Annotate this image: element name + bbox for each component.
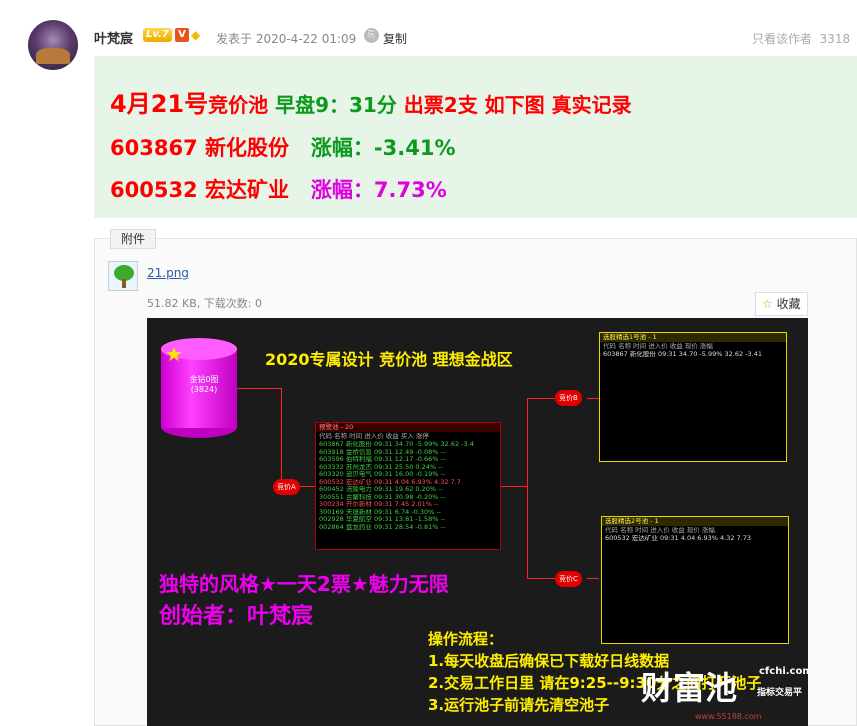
connector-line (501, 486, 527, 487)
main-pool-header: 代码 名称 时间 进入价 收益 买入 涨停 (319, 432, 429, 440)
view-author-link[interactable]: 只看该作者 3318 (752, 30, 850, 47)
pool-c-row: 600532 宏达矿业 09:31 4.04 6.93% 4.32 7.73 (605, 535, 752, 542)
post-timestamp: 发表于 2020-4-22 01:09 (216, 32, 357, 46)
watermark-url: www.55188.com (695, 712, 762, 721)
main-pool-row: 300234 开尔新材 09:31 7.45 2.01% -- (319, 501, 439, 508)
stock-line-1: 603867 新化股份 涨幅：-3.41% (110, 132, 456, 162)
pool-b-header: 代码 名称 时间 进入价 收益 现价 涨幅 (603, 342, 713, 350)
star-icon: ★ (165, 342, 183, 366)
main-pool-title: 预警池 - 20 (316, 423, 500, 432)
attachment-tab: 附件 (110, 229, 157, 249)
main-pool-row: 600532 宏达矿业 09:31 4.04 6.93% 4.32 7.7 (319, 478, 461, 486)
image-file-icon[interactable] (108, 261, 138, 291)
headline-tickets: 出票2支 如下图 真实记录 (403, 93, 632, 117)
main-pool-row: 002928 华夏航空 09:31 13.81 -1.58% -- (319, 516, 446, 523)
main-pool-row: 603320 迪贝电气 09:31 16.00 -0.19% -- (319, 471, 446, 478)
connector-line (527, 398, 528, 578)
connector-line (587, 398, 599, 399)
favorite-label: 收藏 (776, 297, 801, 311)
watermark-logo: 财富池 (641, 669, 738, 707)
diamond-icon: ◆ (191, 28, 201, 42)
slogan-line-2: 创始者：叶梵宸 (159, 604, 314, 629)
author-name[interactable]: 叶梵宸 (94, 28, 133, 47)
main-pool-row: 300551 古鳌科技 09:31 30.98 -0.20% -- (319, 493, 446, 501)
watermark-domain: cfchi.com (759, 666, 808, 677)
pool-b-window: 选股精选1号池 - 1 代码 名称 时间 进入价 收益 现价 涨幅 603867… (599, 332, 787, 462)
pool-b-row: 603867 新化股份 09:31 34.70 -5.99% 32.62 -3.… (603, 351, 762, 358)
avatar[interactable] (28, 20, 78, 70)
pool-b-title: 选股精选1号池 - 1 (600, 333, 786, 342)
main-pool-row: 600452 涪陵电力 09:31 19.62 0.20% -- (319, 486, 443, 493)
pool-c-window: 选股精选2号池 - 1 代码 名称 时间 进入价 收益 现价 涨幅 600532… (601, 516, 789, 644)
favorite-button[interactable]: ☆ 收藏 (755, 292, 808, 316)
attachment-meta: 51.82 KB, 下载次数: 0 (147, 297, 262, 310)
headline-pool: 竞价池 (208, 93, 269, 117)
main-pool-row: 002864 盘龙药业 09:31 28.54 -0.81% -- (319, 523, 446, 531)
main-pool-row: 603332 苏州龙杰 09:31 25.50 0.24% -- (319, 463, 443, 471)
stock-line-2: 600532 宏达矿业 涨幅：7.73% (110, 174, 447, 204)
level-badge: Lv.7 (143, 28, 172, 42)
main-pool-row: 300169 天晟新材 09:31 6.74 -0.30% -- (319, 508, 442, 516)
post-content: 4月21号竞价池 早盘9：31分 出票2支 如下图 真实记录 603867 新化… (94, 56, 857, 218)
stock2-label: 涨幅： (310, 178, 374, 202)
image-title: 2020专属设计 竞价池 理想金战区 (265, 350, 513, 369)
main-pool-row: 603596 伯特利福 09:31 12.17 -0.66% -- (319, 456, 446, 463)
headline: 4月21号竞价池 早盘9：31分 出票2支 如下图 真实记录 (110, 84, 632, 119)
pool-c-header: 代码 名称 时间 进入价 收益 现价 涨幅 (605, 526, 715, 534)
connector-line (587, 578, 599, 579)
stock2-code: 600532 宏达矿业 (110, 178, 289, 202)
verified-badge: V (175, 28, 189, 42)
stock1-label: 涨幅： (310, 136, 374, 160)
connector-line (237, 388, 281, 389)
attachment-filename-link[interactable]: 21.png (147, 266, 189, 280)
copy-button[interactable]: 复制 (383, 30, 407, 47)
slogan-line-1: 独特的风格★一天2票★魅力无限 (159, 572, 449, 596)
connector-line (527, 398, 557, 399)
view-author-label: 只看该作者 (752, 32, 813, 46)
headline-date: 4月21号 (110, 90, 209, 118)
main-pool-row: 603918 金桥信息 09:31 12.49 -0.08% -- (319, 448, 446, 456)
pill-b: 竞价B (555, 390, 582, 406)
main-pool-row: 603867 新化股份 09:31 34.70 -5.99% 32.62 -3.… (319, 441, 474, 448)
floor-id: 3318 (819, 32, 851, 46)
ops-title: 操作流程： (428, 630, 504, 648)
stock2-change: 7.73% (373, 178, 447, 202)
connector-line (281, 388, 282, 486)
star-icon: ☆ (762, 297, 773, 311)
cylinder-label: 金钻0图 (3824) (189, 375, 219, 394)
pool-c-title: 选股精选2号池 - 1 (602, 517, 788, 526)
pill-a: 竞价A (273, 479, 300, 495)
stock1-change: -3.41% (373, 136, 456, 160)
copy-icon[interactable]: ⎘ (364, 28, 379, 43)
headline-time: 早盘9：31分 (268, 93, 404, 117)
attached-image[interactable]: ★ 金钻0图 (3824) 2020专属设计 竞价池 理想金战区 竞价A 竞价B… (147, 318, 808, 726)
pill-c: 竞价C (555, 571, 582, 587)
database-cylinder: ★ 金钻0图 (3824) (161, 338, 237, 438)
forum-post: 叶梵宸 Lv.7 V ◆ 发表于 2020-4-22 01:09 ⎘ 复制 只看… (0, 0, 857, 726)
stock1-code: 603867 新化股份 (110, 136, 289, 160)
main-pool-window: 预警池 - 20 代码 名称 时间 进入价 收益 买入 涨停 603867 新化… (315, 422, 501, 550)
connector-line (527, 578, 557, 579)
watermark-subtitle: 指标交易平 (757, 688, 803, 698)
